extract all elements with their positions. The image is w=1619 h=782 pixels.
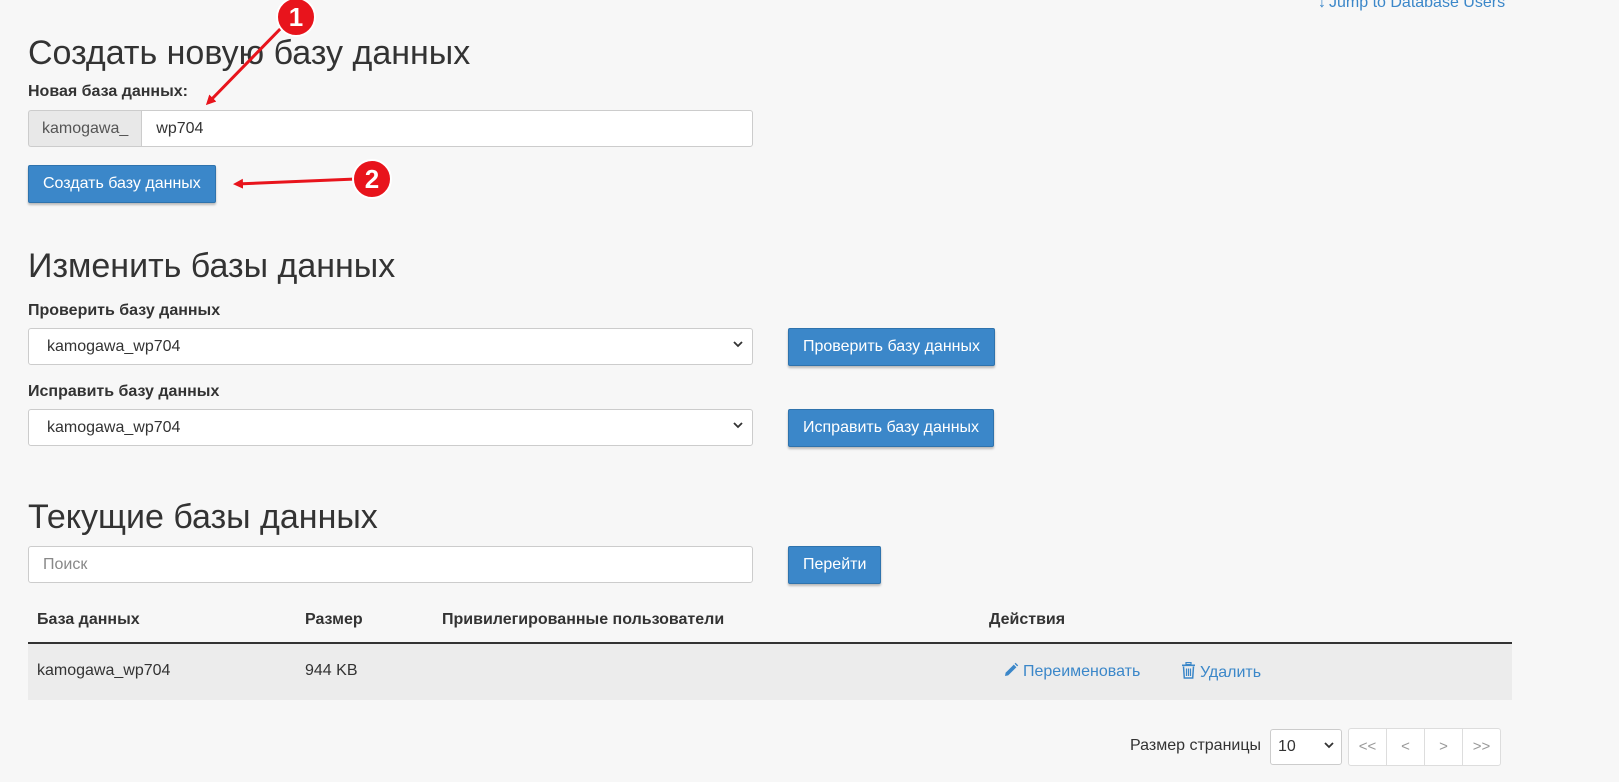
repair-database-select[interactable]: kamogawa_wp704: [28, 409, 753, 446]
page-size-value: 10: [1278, 738, 1296, 755]
new-database-input-group: kamogawa_: [28, 110, 753, 147]
column-header-size[interactable]: Размер: [305, 611, 363, 629]
databases-table: База данных Размер Привилегированные пол…: [28, 600, 1512, 700]
annotation-marker-2: [352, 159, 392, 199]
database-name-cell: kamogawa_wp704: [37, 662, 171, 679]
previous-page-button[interactable]: <: [1387, 729, 1425, 765]
check-database-select[interactable]: kamogawa_wp704: [28, 328, 753, 365]
chevron-down-icon: [1323, 730, 1335, 764]
delete-label: Удалить: [1200, 664, 1262, 681]
database-search-input[interactable]: [28, 546, 753, 583]
check-database-label: Проверить базу данных: [28, 302, 221, 319]
create-database-button[interactable]: Создать базу данных: [28, 165, 216, 203]
check-database-button[interactable]: Проверить базу данных: [788, 328, 995, 366]
jump-to-database-users-link[interactable]: ↓ Jump to Database Users: [1318, 0, 1505, 12]
table-header: База данных Размер Привилегированные пол…: [28, 600, 1512, 644]
column-header-actions: Действия: [989, 611, 1066, 628]
rename-database-link[interactable]: Переименовать: [1003, 662, 1140, 681]
repair-database-button[interactable]: Исправить базу данных: [788, 409, 995, 447]
arrow-down-icon: ↓: [1318, 0, 1326, 11]
column-header-database[interactable]: База данных: [37, 611, 140, 629]
modify-databases-heading: Изменить базы данных: [28, 247, 396, 285]
annotation-arrow-2: [233, 177, 357, 189]
next-page-button[interactable]: >: [1425, 729, 1463, 765]
check-database-selected: kamogawa_wp704: [47, 338, 181, 355]
create-database-heading: Создать новую базу данных: [28, 34, 471, 72]
annotation-number-1: 1: [289, 2, 303, 32]
repair-database-selected: kamogawa_wp704: [47, 419, 181, 436]
new-database-name-input[interactable]: [141, 110, 753, 147]
chevron-down-icon: [732, 410, 744, 445]
column-header-users: Привилегированные пользователи: [442, 611, 725, 628]
page-size-label: Размер страницы: [1130, 737, 1261, 754]
trash-icon: [1182, 661, 1195, 679]
go-button[interactable]: Перейти: [788, 546, 882, 584]
pencil-icon: [1005, 662, 1019, 676]
first-page-button[interactable]: <<: [1349, 729, 1387, 765]
last-page-button[interactable]: >>: [1463, 729, 1500, 765]
jump-link-label: Jump to Database Users: [1329, 0, 1506, 11]
table-row: kamogawa_wp704 944 KB Переименовать Удал…: [28, 644, 1512, 700]
chevron-down-icon: [732, 329, 744, 364]
annotation-marker-1: [276, 0, 316, 37]
page-size-select[interactable]: 10: [1270, 729, 1342, 765]
database-size-cell: 944 KB: [305, 662, 358, 679]
database-prefix: kamogawa_: [28, 110, 142, 147]
delete-database-link[interactable]: Удалить: [1181, 661, 1262, 682]
new-database-label: Новая база данных:: [28, 83, 188, 100]
current-databases-heading: Текущие базы данных: [28, 498, 378, 536]
rename-label: Переименовать: [1023, 663, 1141, 680]
pagination-controls: << < > >>: [1348, 728, 1501, 766]
repair-database-label: Исправить базу данных: [28, 383, 220, 400]
annotation-number-2: 2: [365, 164, 379, 194]
